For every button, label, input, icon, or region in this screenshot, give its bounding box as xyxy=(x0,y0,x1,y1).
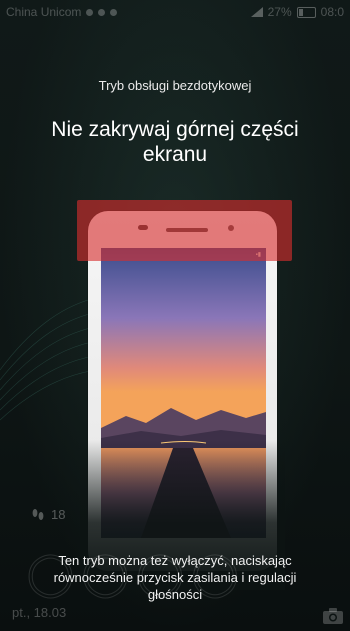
carrier-label: China Unicom xyxy=(6,5,82,19)
battery-percent: 27% xyxy=(267,5,292,19)
footprints-icon xyxy=(32,508,44,520)
sensor-area-highlight xyxy=(77,200,292,261)
step-count: 18 xyxy=(51,507,66,522)
mode-subtitle: Tryb obsługi bezdotykowej xyxy=(98,78,252,93)
notification-icon xyxy=(98,8,106,16)
instruction-title: Nie zakrywaj górnej części ekranu xyxy=(51,118,299,166)
status-time: 08:0 xyxy=(320,5,344,19)
status-bar: China Unicom 27% 08:0 xyxy=(0,0,350,24)
step-counter: 18 xyxy=(31,507,65,522)
notification-icon xyxy=(86,8,94,16)
status-bar-right: 27% 08:0 xyxy=(250,5,344,19)
disable-instructions: Ten tryb można też wyłączyć, naciskając … xyxy=(53,553,297,602)
camera-icon[interactable] xyxy=(322,607,344,625)
signal-icon xyxy=(250,7,263,17)
status-bar-left: China Unicom xyxy=(6,5,118,19)
lockscreen-date: pt., 18.03 xyxy=(12,605,67,620)
notification-icon xyxy=(110,8,118,16)
battery-icon xyxy=(296,6,316,18)
